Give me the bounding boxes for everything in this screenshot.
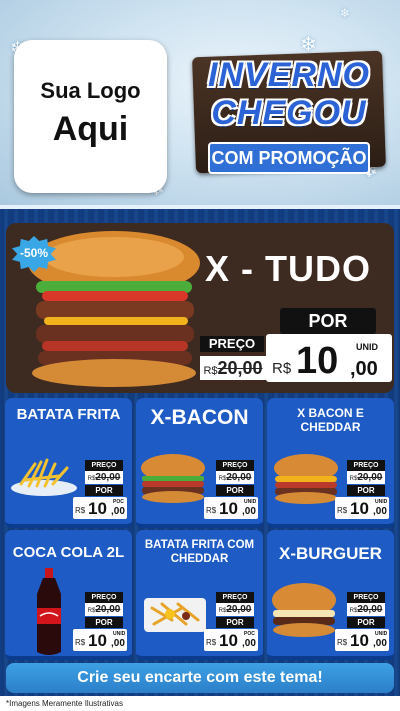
product-title: X-BURGUER <box>279 544 382 563</box>
featured-title: X - TUDO <box>205 248 371 289</box>
footnote: *Imagens Meramente Ilustrativas <box>0 696 400 711</box>
new-price: R$ 10 ,00 POC <box>73 497 127 519</box>
old-value: 20,00 <box>357 472 383 483</box>
unit: UNID <box>244 499 257 505</box>
price-int: 10 <box>88 631 107 650</box>
preco-label: PREÇO <box>85 592 123 603</box>
old-price: R$20,00 <box>347 603 385 616</box>
cta-button[interactable]: Crie seu encarte com este tema! <box>6 663 394 693</box>
unit: UNID <box>113 631 126 637</box>
unit: UNID <box>375 631 388 637</box>
por-label: POR <box>85 485 123 496</box>
logo-placeholder[interactable]: Sua Logo Aqui <box>14 40 167 193</box>
new-price: R$ 10 ,00 UNID <box>335 629 389 651</box>
new-price: R$ 10 ,00 POC <box>204 629 258 651</box>
por-label: POR <box>216 617 254 628</box>
featured-old-value: 20,00 <box>217 358 263 378</box>
product-title: X-BACON <box>150 406 249 429</box>
sign-line3: COM PROMOÇÃO <box>208 142 370 174</box>
product-card-x-bacon[interactable]: X-BACON PREÇO R$20,00 POR R$ 10 ,00 UNID <box>136 398 263 528</box>
product-card-x-burguer[interactable]: X-BURGUER PREÇO R$20,00 POR R$ 10 ,00 UN… <box>267 530 394 660</box>
product-title: COCA COLA 2L <box>12 544 125 561</box>
new-price: R$ 10 ,00 UNID <box>73 629 127 651</box>
product-card-coca-cola[interactable]: COCA COLA 2L PREÇO R$20,00 POR R$ 10 ,00… <box>5 530 132 660</box>
featured-old-price: R$20,00 <box>200 356 266 380</box>
old-price: R$20,00 <box>85 603 123 616</box>
featured-old-currency: R$ <box>203 365 218 377</box>
old-value: 20,00 <box>95 472 121 483</box>
preco-label: PREÇO <box>347 592 385 603</box>
featured-por-label: POR <box>280 308 376 334</box>
logo-text-line2: Aqui <box>52 110 129 148</box>
old-price: R$20,00 <box>85 471 123 484</box>
product-card-batata-cheddar[interactable]: BATATA FRITA COM CHEDDAR PREÇO R$20,00 P… <box>136 530 263 660</box>
burger-image <box>141 454 205 503</box>
currency: R$ <box>337 638 348 647</box>
old-value: 20,00 <box>95 604 121 615</box>
unit: POC <box>113 499 124 505</box>
price-int: 10 <box>350 631 369 650</box>
burger-image <box>274 454 338 504</box>
price-dec: ,00 <box>111 638 125 649</box>
price-dec: ,00 <box>373 638 387 649</box>
preco-label: PREÇO <box>216 460 254 471</box>
soda-bottle-image <box>37 568 61 655</box>
sign-line1: INVERNO <box>208 56 370 94</box>
old-price: R$20,00 <box>347 471 385 484</box>
winter-sign: INVERNO CHEGOU COM PROMOÇÃO <box>190 48 388 182</box>
old-value: 20,00 <box>226 472 252 483</box>
preco-label: PREÇO <box>85 460 123 471</box>
price-int: 10 <box>219 631 238 650</box>
featured-price-dec: ,00 <box>350 358 378 380</box>
por-label: POR <box>347 617 385 628</box>
product-card-x-bacon-cheddar[interactable]: X BACON E CHEDDAR PREÇO R$20,00 POR R$ 1… <box>267 398 394 528</box>
old-value: 20,00 <box>226 604 252 615</box>
burger-image <box>272 583 336 637</box>
new-price: R$ 10 ,00 UNID <box>204 497 258 519</box>
price-int: 10 <box>88 499 107 518</box>
por-label: POR <box>85 617 123 628</box>
price-dec: ,00 <box>111 506 125 517</box>
product-card-batata-frita[interactable]: BATATA FRITA PREÇO R$20,00 POR R$ 10 ,00… <box>5 398 132 528</box>
price-int: 10 <box>350 499 369 518</box>
snowflake-icon: ❄ <box>340 6 351 20</box>
currency: R$ <box>75 638 86 647</box>
currency: R$ <box>206 506 217 515</box>
product-title: BATATA FRITA COM CHEDDAR <box>144 539 255 565</box>
featured-price-int: 10 <box>296 340 339 382</box>
old-price: R$20,00 <box>216 603 254 616</box>
featured-new-price: R$ 10 ,00 UNID <box>266 334 392 382</box>
new-price: R$ 10 ,00 UNID <box>335 497 389 519</box>
featured-preco-label: PREÇO <box>200 336 264 352</box>
featured-currency: R$ <box>272 360 292 377</box>
currency: R$ <box>206 638 217 647</box>
currency: R$ <box>337 506 348 515</box>
currency: R$ <box>75 506 86 515</box>
por-label: POR <box>347 485 385 496</box>
old-value: 20,00 <box>357 604 383 615</box>
unit: POC <box>244 631 255 637</box>
old-price: R$20,00 <box>216 471 254 484</box>
logo-text-line1: Sua Logo <box>40 78 141 103</box>
unit: UNID <box>375 499 388 505</box>
price-dec: ,00 <box>242 506 256 517</box>
product-title: X BACON E CHEDDAR <box>297 406 364 434</box>
winter-header: ❄ ❄ ❄ ❄ ❄ ❄ Sua Logo Aqui INVERNO CHEGOU… <box>0 0 400 209</box>
sign-line2: CHEGOU <box>211 94 367 132</box>
preco-label: PREÇO <box>347 460 385 471</box>
price-dec: ,00 <box>373 506 387 517</box>
promo-flyer: ❄ ❄ ❄ ❄ ❄ ❄ Sua Logo Aqui INVERNO CHEGOU… <box>0 0 400 711</box>
por-label: POR <box>216 485 254 496</box>
preco-label: PREÇO <box>216 592 254 603</box>
price-int: 10 <box>219 499 238 518</box>
price-dec: ,00 <box>242 638 256 649</box>
fries-image <box>11 458 77 496</box>
featured-unit: UNID <box>356 342 378 352</box>
product-title: BATATA FRITA <box>16 406 121 423</box>
discount-badge-text: -50% <box>19 246 48 260</box>
cheddar-fries-image <box>144 598 206 632</box>
